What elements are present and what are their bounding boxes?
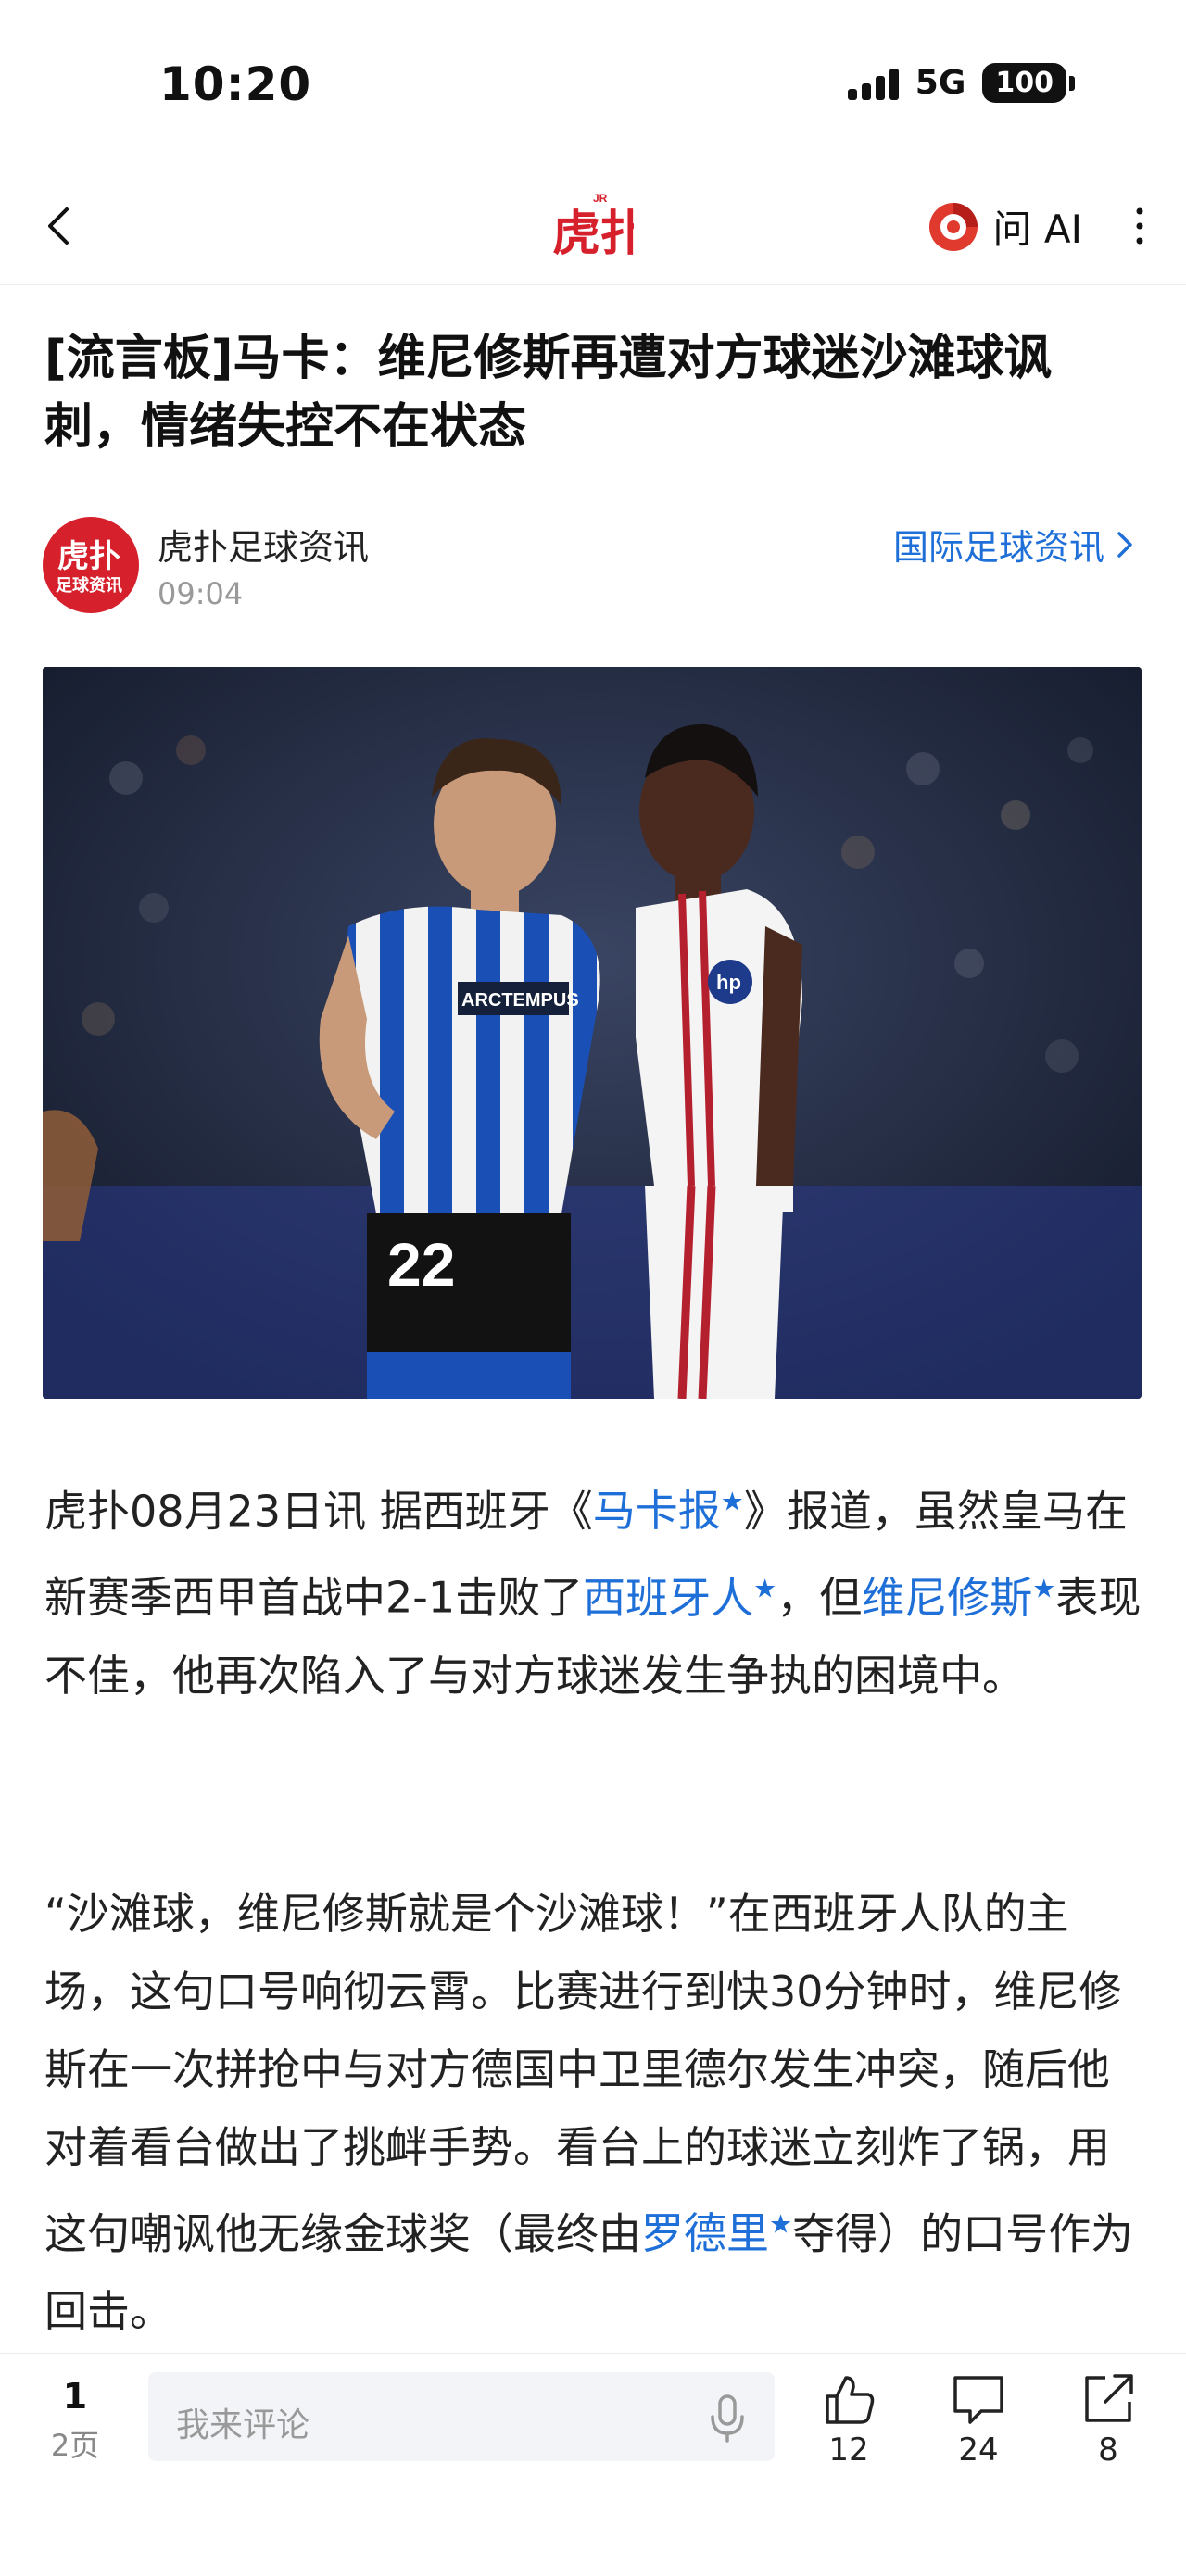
link-vinicius[interactable]: 维尼修斯★: [862, 1573, 1055, 1623]
article-paragraph-2: “沙滩球，维尼修斯就是个沙滩球！”在西班牙人队的主场，这句口号响彻云霄。比赛进行…: [44, 1875, 1143, 2350]
share-icon: [1085, 2374, 1133, 2422]
like-count: 12: [828, 2431, 869, 2469]
svg-text:虎扑: 虎扑: [57, 538, 120, 575]
network-type: 5G: [915, 64, 966, 102]
comment-count: 24: [958, 2431, 999, 2469]
signal-icon: [847, 67, 899, 100]
svg-text:JR: JR: [593, 192, 608, 205]
page-current: 1: [62, 2376, 88, 2417]
status-time: 10:20: [159, 57, 312, 111]
nav-bar: JR 虎扑 问 AI: [0, 167, 1186, 285]
status-bar: 10:20 5G 100: [0, 0, 1186, 167]
paragraph-text: 虎扑08月23日讯 据西班牙《: [44, 1486, 593, 1537]
page-indicator[interactable]: 1 2页: [44, 2376, 106, 2465]
more-icon[interactable]: [1130, 204, 1149, 248]
publish-time: 09:04: [158, 576, 244, 611]
link-marca[interactable]: 马卡报★: [593, 1486, 744, 1536]
comment-placeholder: 我来评论: [176, 2406, 310, 2444]
svg-text:虎扑: 虎扑: [552, 207, 634, 259]
article-paragraph-1: 虎扑08月23日讯 据西班牙《马卡报★》报道，虽然皇马在新赛季西甲首战中2-1击…: [44, 1464, 1143, 1715]
star-icon: ★: [720, 1487, 744, 1517]
category-link[interactable]: 国际足球资讯: [893, 519, 1138, 570]
jersey-number: 22: [387, 1230, 455, 1299]
category-label: 国际足球资讯: [892, 527, 1104, 568]
star-icon: ★: [1032, 1573, 1056, 1604]
paragraph-text: ，但: [776, 1572, 863, 1623]
jersey-sponsor: ARCTEMPUS: [461, 990, 579, 1011]
star-icon: ★: [769, 2209, 793, 2240]
paragraph-text: “沙滩球，维尼修斯就是个沙滩球！”在西班牙人队的主场，这句口号响彻云霄。比赛进行…: [44, 1889, 1122, 2259]
svg-text:足球资讯: 足球资讯: [56, 575, 122, 596]
article-photo[interactable]: ARCTEMPUS 22 hp: [43, 667, 1142, 1399]
share-button[interactable]: 8: [1062, 2370, 1154, 2469]
like-button[interactable]: 12: [802, 2370, 895, 2469]
author-name[interactable]: 虎扑足球资讯: [158, 519, 369, 570]
status-indicators: 5G 100: [847, 63, 1075, 103]
svg-text:hp: hp: [716, 971, 741, 994]
share-count: 8: [1098, 2431, 1118, 2469]
chevron-right-icon: [1117, 531, 1132, 558]
ai-logo-icon: [928, 202, 978, 251]
battery-icon: 100: [982, 63, 1075, 103]
article-title: [流言板]马卡：维尼修斯再遭对方球迷沙滩球讽刺，情绪失控不在状态: [44, 331, 1053, 455]
comment-bubble-icon: [953, 2376, 1003, 2424]
bottom-bar: 1 2页 我来评论 12 24 8: [0, 2353, 1186, 2576]
battery-level: 100: [982, 63, 1066, 103]
comments-button[interactable]: 24: [932, 2370, 1025, 2469]
author-avatar[interactable]: 虎扑 足球资讯: [43, 517, 139, 613]
hupu-logo-icon: JR 虎扑: [552, 192, 634, 259]
microphone-icon[interactable]: [706, 2393, 749, 2444]
link-rodri[interactable]: 罗德里★: [641, 2208, 792, 2258]
star-icon: ★: [753, 1573, 777, 1604]
ask-ai-label: 问 AI: [992, 207, 1082, 252]
page-total: 2页: [50, 2428, 100, 2463]
link-espanyol[interactable]: 西班牙人★: [583, 1573, 776, 1623]
thumbs-up-icon: [826, 2376, 875, 2424]
comment-input[interactable]: 我来评论: [148, 2372, 775, 2461]
ask-ai-button[interactable]: 问 AI: [927, 198, 1082, 255]
back-icon[interactable]: [35, 200, 87, 252]
